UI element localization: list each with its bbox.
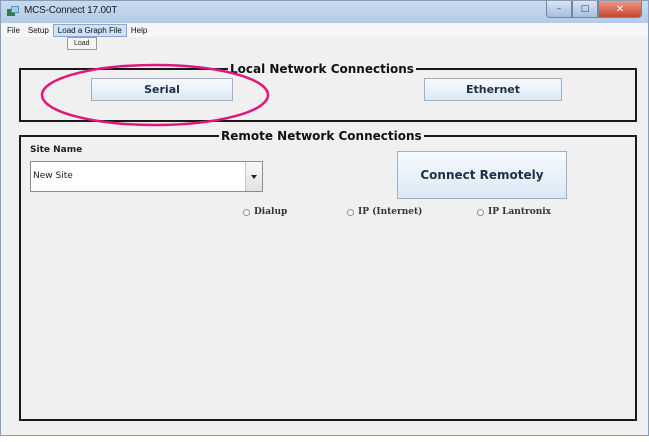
radio-circle[interactable] [243,208,250,216]
maximize-button[interactable]: □ [572,1,598,18]
remote-connections-title: Remote Network Connections [219,128,424,144]
dialup-label: Dialup [254,207,288,217]
menu-bar: File Setup Load a Graph File Help [1,23,648,37]
title-bar[interactable]: MCS-Connect 17.00T – □ ✕ [1,1,648,24]
minimize-button[interactable]: – [546,1,572,18]
connect-remotely-button[interactable]: Connect Remotely [397,151,567,199]
ip-internet-radio[interactable]: IP (Internet) [347,207,422,217]
chevron-down-icon[interactable] [245,162,262,191]
page-margin [0,436,649,442]
radio-circle[interactable] [347,208,354,216]
ip-lantronix-radio[interactable]: IP Lantronix [477,207,551,217]
close-button[interactable]: ✕ [598,1,642,18]
app-window: MCS-Connect 17.00T – □ ✕ File Setup Load… [0,0,649,436]
app-icon [7,6,19,16]
menu-dropdown-load[interactable]: Load [67,37,97,50]
menu-load-graph-file[interactable]: Load a Graph File [52,23,127,37]
site-name-select[interactable]: New Site [30,161,263,192]
menu-help[interactable]: Help [127,24,151,37]
ip-internet-label: IP (Internet) [358,207,423,217]
menu-file[interactable]: File [3,24,24,37]
site-name-label: Site Name [30,145,83,155]
radio-circle[interactable] [477,208,484,216]
window-title: MCS-Connect 17.00T [24,5,118,16]
menu-setup[interactable]: Setup [24,24,53,37]
highlight-ellipse [40,63,270,127]
dialup-radio[interactable]: Dialup [243,207,287,217]
ip-lantronix-label: IP Lantronix [488,207,552,217]
site-name-value: New Site [33,171,73,181]
ethernet-button[interactable]: Ethernet [424,78,562,101]
window-controls: – □ ✕ [546,1,642,19]
